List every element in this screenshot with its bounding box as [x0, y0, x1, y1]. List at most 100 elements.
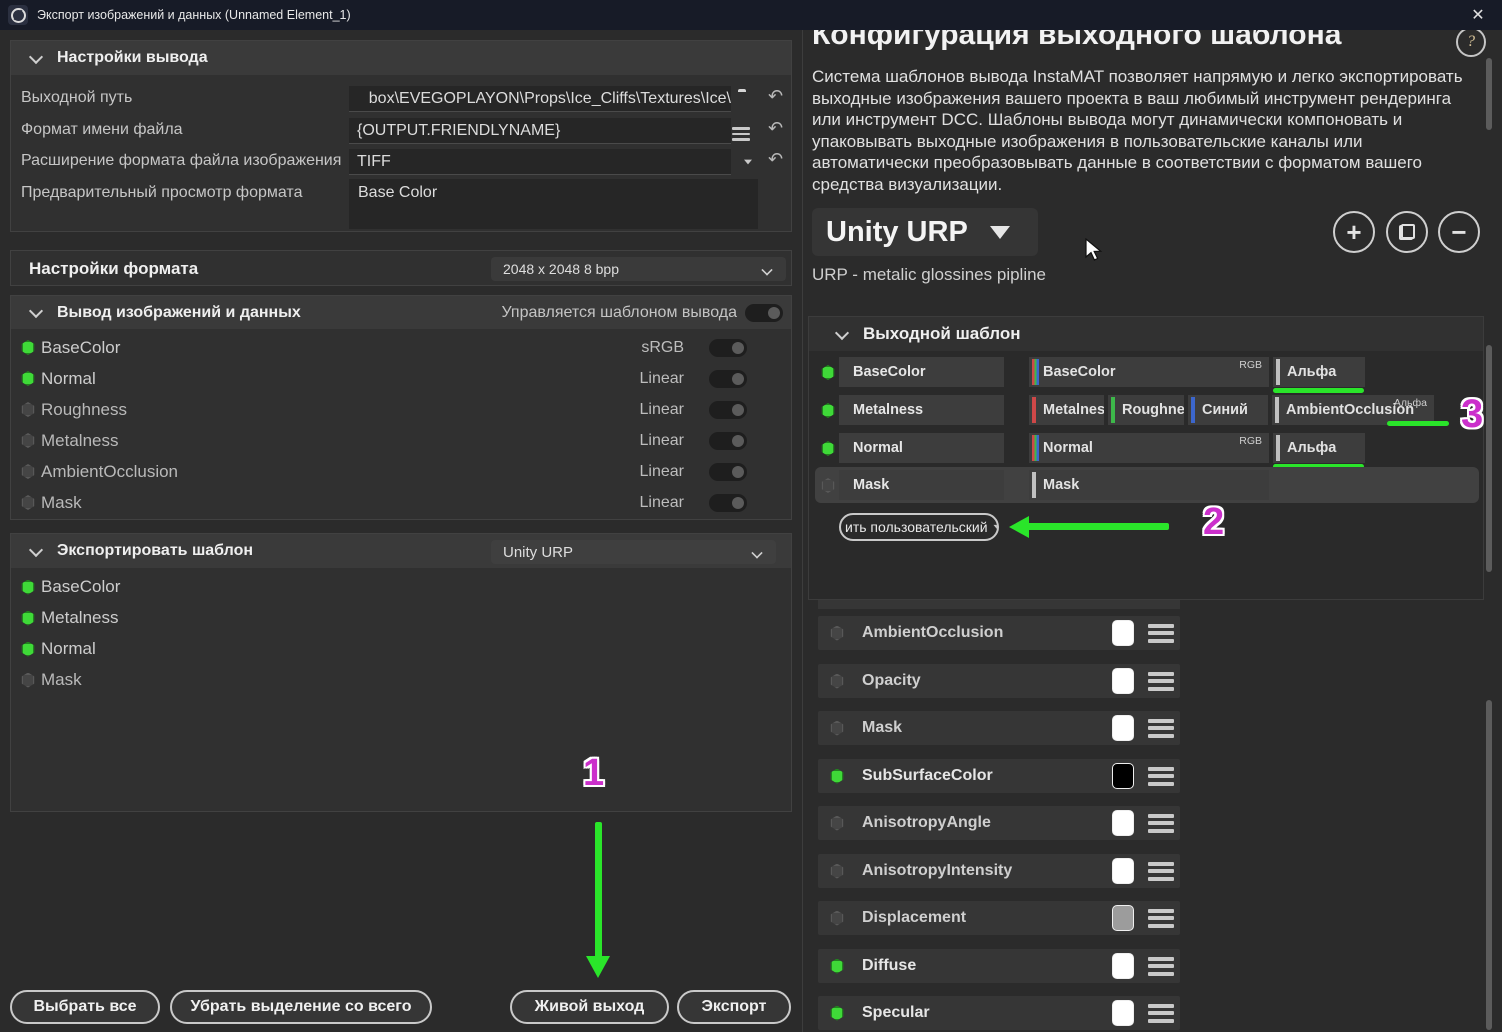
- filename-format-input[interactable]: {OUTPUT.FRIENDLYNAME}: [349, 118, 731, 144]
- reset-path-icon[interactable]: ↶: [768, 87, 783, 105]
- export-template-item[interactable]: Mask: [11, 665, 791, 695]
- scrollbar-thumb[interactable]: [1486, 700, 1492, 1030]
- mapping-chip[interactable]: Синий: [1188, 395, 1268, 425]
- format-size-select[interactable]: 2048 x 2048 8 bpp: [491, 257, 786, 281]
- template-row-name[interactable]: Metalness: [839, 395, 1004, 425]
- channel-list-row[interactable]: Specular: [818, 996, 1180, 1030]
- channel-color-swatch[interactable]: [1112, 905, 1134, 931]
- mapping-chip[interactable]: BaseColorRGB: [1029, 357, 1269, 387]
- channel-state-hexagon[interactable]: [830, 1006, 844, 1021]
- channel-list-row[interactable]: Mask: [818, 711, 1180, 745]
- channel-state-hexagon[interactable]: [21, 340, 35, 355]
- channel-state-hexagon[interactable]: [21, 611, 35, 626]
- live-output-button[interactable]: Живой выход: [510, 990, 669, 1024]
- channel-state-hexagon[interactable]: [830, 721, 844, 736]
- drag-handle-icon[interactable]: [1148, 957, 1174, 976]
- duplicate-template-button[interactable]: [1386, 211, 1428, 253]
- channel-state-hexagon[interactable]: [830, 864, 844, 879]
- channel-state-hexagon[interactable]: [21, 495, 35, 510]
- channel-color-swatch[interactable]: [1112, 763, 1134, 789]
- mapping-chip[interactable]: Альфа: [1273, 433, 1365, 463]
- image-output-row[interactable]: MetalnessLinear: [11, 425, 791, 456]
- channel-list-row[interactable]: Diffuse: [818, 949, 1180, 983]
- channel-color-swatch[interactable]: [1112, 810, 1134, 836]
- colorspace-toggle[interactable]: [709, 370, 747, 388]
- template-name-select[interactable]: Unity URP: [812, 208, 1038, 256]
- reset-filename-icon[interactable]: ↶: [768, 119, 783, 137]
- image-output-row[interactable]: NormalLinear: [11, 363, 791, 394]
- channel-color-swatch[interactable]: [1112, 953, 1134, 979]
- reset-extension-icon[interactable]: ↶: [768, 150, 783, 168]
- export-template-item[interactable]: Metalness: [11, 603, 791, 633]
- export-button[interactable]: Экспорт: [677, 990, 791, 1024]
- channel-state-hexagon[interactable]: [21, 464, 35, 479]
- mapping-chip[interactable]: NormalRGB: [1029, 433, 1269, 463]
- image-output-row[interactable]: MaskLinear: [11, 487, 791, 518]
- image-output-row[interactable]: AmbientOcclusionLinear: [11, 456, 791, 487]
- channel-state-hexagon[interactable]: [21, 673, 35, 688]
- channel-state-hexagon[interactable]: [21, 642, 35, 657]
- channel-state-hexagon[interactable]: [821, 441, 835, 456]
- collapse-chevron-icon[interactable]: [29, 49, 43, 63]
- drag-handle-icon[interactable]: [1148, 909, 1174, 928]
- mapping-chip[interactable]: Roughness t...: [1108, 395, 1184, 425]
- filename-tokens-icon[interactable]: [732, 127, 750, 141]
- channel-state-hexagon[interactable]: [830, 674, 844, 689]
- channel-state-hexagon[interactable]: [830, 911, 844, 926]
- colorspace-toggle[interactable]: [709, 463, 747, 481]
- scrollbar-thumb[interactable]: [1486, 345, 1492, 572]
- add-template-button[interactable]: +: [1333, 211, 1375, 253]
- drag-handle-icon[interactable]: [1148, 862, 1174, 881]
- mapping-chip[interactable]: Metalness: [1029, 395, 1104, 425]
- channel-state-hexagon[interactable]: [830, 959, 844, 974]
- select-all-button[interactable]: Выбрать все: [10, 990, 160, 1024]
- output-settings-header[interactable]: Настройки вывода: [11, 41, 791, 75]
- remove-template-button[interactable]: −: [1438, 211, 1480, 253]
- channel-color-swatch[interactable]: [1112, 858, 1134, 884]
- channel-color-swatch[interactable]: [1112, 715, 1134, 741]
- channel-color-swatch[interactable]: [1112, 620, 1134, 646]
- drag-handle-icon[interactable]: [1148, 1004, 1174, 1023]
- channel-list-row[interactable]: Opacity: [818, 664, 1180, 698]
- channel-state-hexagon[interactable]: [821, 365, 835, 380]
- channel-state-hexagon[interactable]: [21, 371, 35, 386]
- export-template-item[interactable]: BaseColor: [11, 572, 791, 602]
- channel-list-row[interactable]: AmbientOcclusion: [818, 616, 1180, 650]
- colorspace-toggle[interactable]: [709, 432, 747, 450]
- drag-handle-icon[interactable]: [1148, 672, 1174, 691]
- scrollbar-thumb[interactable]: [1486, 58, 1492, 130]
- channel-state-hexagon[interactable]: [21, 580, 35, 595]
- drag-handle-icon[interactable]: [1148, 719, 1174, 738]
- mapping-chip[interactable]: Альфа: [1273, 357, 1365, 387]
- deselect-all-button[interactable]: Убрать выделение со всего: [170, 990, 432, 1024]
- channel-list-row[interactable]: SubSurfaceColor: [818, 759, 1180, 793]
- channel-list-row[interactable]: AnisotropyIntensity: [818, 854, 1180, 888]
- template-row-name[interactable]: Normal: [839, 433, 1004, 463]
- close-icon[interactable]: ✕: [1466, 3, 1490, 27]
- drag-handle-icon[interactable]: [1148, 814, 1174, 833]
- image-output-row[interactable]: RoughnessLinear: [11, 394, 791, 425]
- channel-state-hexagon[interactable]: [821, 403, 835, 418]
- template-row-name[interactable]: BaseColor: [839, 357, 1004, 387]
- mapping-chip[interactable]: Mask: [1029, 470, 1269, 500]
- channel-state-hexagon[interactable]: [21, 402, 35, 417]
- colorspace-toggle[interactable]: [709, 401, 747, 419]
- drag-handle-icon[interactable]: [1148, 624, 1174, 643]
- channel-color-swatch[interactable]: [1112, 668, 1134, 694]
- image-output-row[interactable]: BaseColorsRGB: [11, 332, 791, 363]
- channel-state-hexagon[interactable]: [830, 626, 844, 641]
- file-extension-select[interactable]: TIFF: [349, 149, 731, 175]
- channel-state-hexagon[interactable]: [830, 769, 844, 784]
- add-custom-channel-button[interactable]: ить пользовательский: [839, 513, 999, 541]
- template-row-name[interactable]: Mask: [839, 470, 1004, 500]
- colorspace-toggle[interactable]: [709, 339, 747, 357]
- colorspace-toggle[interactable]: [709, 494, 747, 512]
- channel-state-hexagon[interactable]: [21, 433, 35, 448]
- help-icon[interactable]: ?: [1456, 27, 1486, 57]
- channel-state-hexagon[interactable]: [830, 816, 844, 831]
- channel-list-row[interactable]: Displacement: [818, 901, 1180, 935]
- preview-format-box[interactable]: Base Color: [349, 179, 758, 229]
- output-path-input[interactable]: box\EVEGOPLAYON\Props\Ice_Cliffs\Texture…: [349, 86, 731, 112]
- export-template-item[interactable]: Normal: [11, 634, 791, 664]
- channel-color-swatch[interactable]: [1112, 1000, 1134, 1026]
